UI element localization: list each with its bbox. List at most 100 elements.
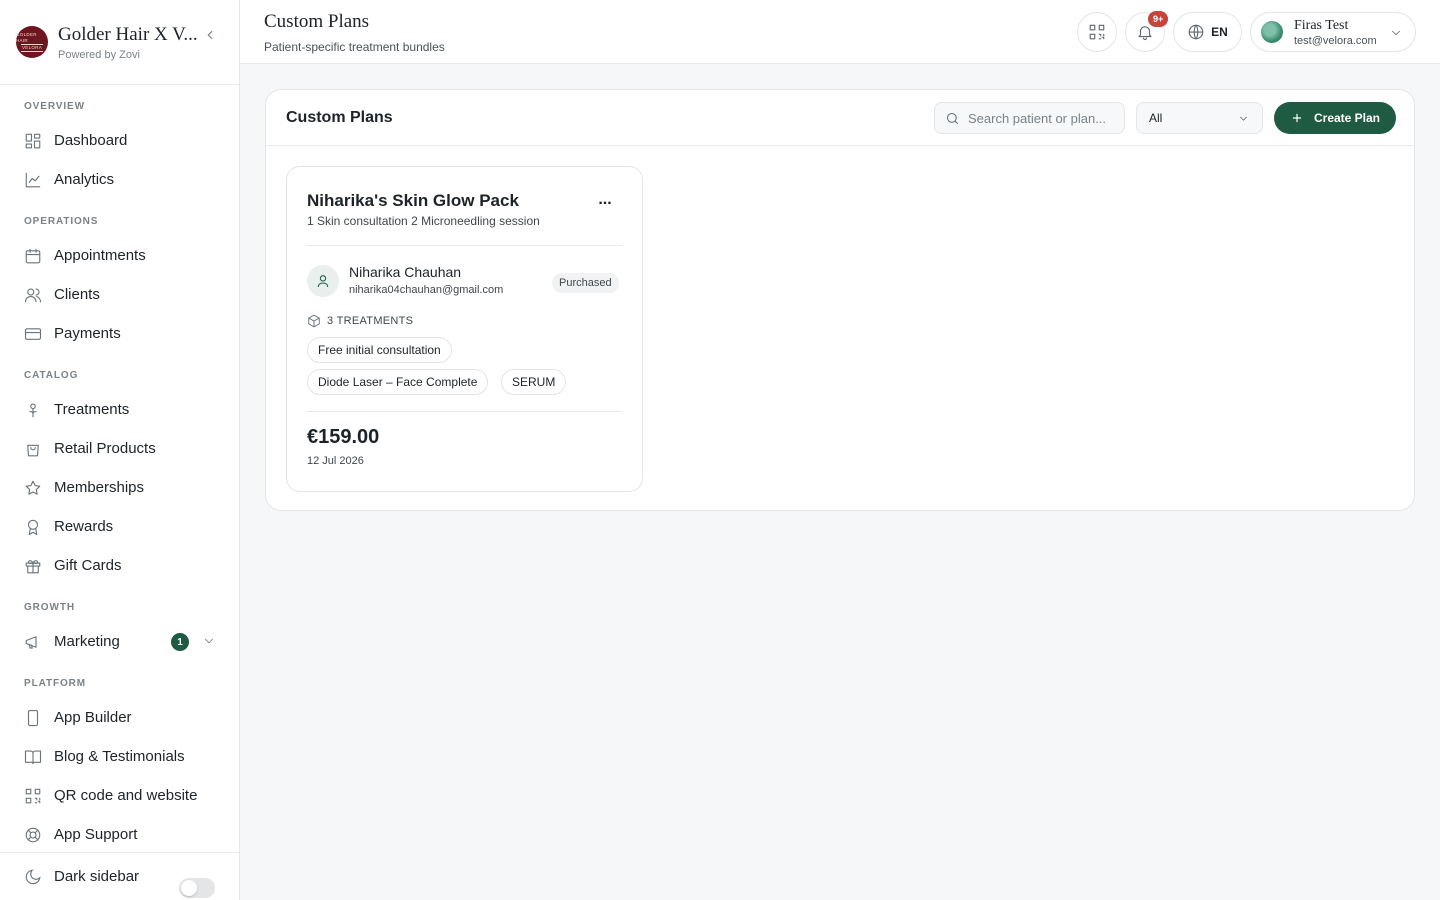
sidebar-item-label: Retail Products (54, 440, 156, 457)
plan-title: Niharika's Skin Glow Pack (307, 191, 519, 210)
sidebar: GOLDER HAIR VELORA Golder Hair X V... Po… (0, 0, 240, 900)
user-name: Firas Test (1294, 17, 1349, 33)
treatments-header: 3 TREATMENTS (307, 314, 413, 328)
treatment-chip: SERUM (501, 369, 567, 395)
sidebar-item-label: Rewards (54, 518, 114, 535)
sidebar-item-gift-cards[interactable]: Gift Cards (0, 546, 239, 585)
sidebar-item-marketing[interactable]: Marketing 1 (0, 622, 239, 661)
patient-email: niharika04chauhan@gmail.com (349, 284, 504, 296)
star-icon (24, 479, 42, 497)
smartphone-icon (24, 709, 42, 727)
award-icon (24, 518, 42, 536)
sidebar-item-label: Gift Cards (54, 557, 122, 574)
treatments-count-label: 3 TREATMENTS (327, 315, 414, 327)
sidebar-item-rewards[interactable]: Rewards (0, 507, 239, 546)
chevron-down-icon (1389, 26, 1403, 45)
sidebar-item-app-support[interactable]: App Support (0, 815, 239, 854)
sidebar-item-appointments[interactable]: Appointments (0, 236, 239, 275)
search-input[interactable] (968, 110, 1118, 126)
marketing-badge: 1 (171, 633, 189, 651)
sidebar-item-analytics[interactable]: Analytics (0, 160, 239, 199)
language-button[interactable]: EN (1173, 12, 1242, 52)
patient-name: Niharika Chauhan (349, 264, 462, 280)
create-plan-label: Create Plan (1313, 111, 1381, 125)
sidebar-item-label: Blog & Testimonials (54, 748, 185, 765)
page-subtitle: Patient-specific treatment bundles (264, 40, 445, 54)
avatar (1261, 21, 1283, 43)
credit-card-icon (24, 325, 42, 343)
brand-logo-mid: VELORA (20, 43, 44, 52)
treatment-chip: Diode Laser – Face Complete (307, 369, 489, 395)
patient-avatar (307, 265, 339, 297)
plan-card[interactable]: Niharika's Skin Glow Pack 1 Skin consult… (286, 166, 643, 492)
sidebar-item-memberships[interactable]: Memberships (0, 468, 239, 507)
sidebar-item-label: Analytics (54, 171, 115, 188)
sidebar-item-payments[interactable]: Payments (0, 314, 239, 353)
moon-icon (25, 868, 41, 884)
calendar-icon (24, 247, 42, 265)
search-field[interactable] (934, 102, 1125, 134)
page-title: Custom Plans (264, 11, 370, 32)
create-plan-button[interactable]: Create Plan (1274, 102, 1396, 134)
shopping-bag-icon (24, 440, 42, 458)
plan-price: €159.00 (307, 426, 380, 448)
brand-logo: GOLDER HAIR VELORA (16, 26, 48, 58)
chevron-down-icon (1239, 116, 1248, 121)
sidebar-nav: OVERVIEW Dashboard Analytics OPERATIONS … (0, 85, 239, 854)
life-buoy-icon (24, 826, 42, 844)
package-icon (308, 314, 320, 328)
gift-icon (24, 557, 42, 575)
user-icon (317, 275, 329, 288)
dashboard-icon (24, 132, 42, 150)
section-platform: PLATFORM (24, 678, 87, 689)
sidebar-item-blog-testimonials[interactable]: Blog & Testimonials (0, 737, 239, 776)
plan-date: 12 Jul 2026 (307, 455, 364, 467)
sidebar-item-treatments[interactable]: Treatments (0, 390, 239, 429)
treatment-chip: Free initial consultation (307, 337, 452, 363)
panel-header: Custom Plans All Create Plan (266, 90, 1414, 146)
brand-name: Golder Hair X V... (58, 23, 198, 45)
collapse-sidebar-button[interactable] (202, 27, 218, 43)
sidebar-item-label: QR code and website (54, 787, 198, 804)
custom-plans-panel: Custom Plans All Create Plan Niharika's … (265, 89, 1415, 511)
top-header: Custom Plans Patient-specific treatment … (240, 0, 1440, 64)
sidebar-item-label: Dashboard (54, 132, 128, 149)
users-icon (24, 286, 42, 304)
sidebar-item-label: Clients (54, 286, 100, 303)
notifications-button[interactable]: 9+ (1125, 11, 1169, 52)
sidebar-item-label: App Support (54, 826, 138, 843)
sidebar-item-retail-products[interactable]: Retail Products (0, 429, 239, 468)
section-overview: OVERVIEW (24, 101, 85, 112)
powered-by: Powered by Zovi (58, 48, 140, 61)
divider (307, 245, 622, 246)
sidebar-item-dashboard[interactable]: Dashboard (0, 121, 239, 160)
chevron-left-icon (207, 30, 213, 40)
chevron-down-icon[interactable] (202, 634, 216, 648)
status-filter-value: All (1149, 111, 1163, 125)
sidebar-item-label: Appointments (54, 247, 146, 264)
sidebar-item-label: App Builder (54, 709, 132, 726)
qr-code-icon (1089, 24, 1105, 40)
sidebar-item-clients[interactable]: Clients (0, 275, 239, 314)
plus-icon (1292, 113, 1302, 123)
dark-sidebar-toggle[interactable] (179, 878, 215, 898)
language-label: EN (1211, 25, 1228, 39)
user-menu-button[interactable]: Firas Test test@velora.com (1250, 12, 1416, 52)
user-email: test@velora.com (1294, 34, 1377, 47)
sidebar-item-app-builder[interactable]: App Builder (0, 698, 239, 737)
plan-description: 1 Skin consultation 2 Microneedling sess… (307, 214, 540, 228)
qr-code-button[interactable] (1077, 12, 1117, 52)
section-operations: OPERATIONS (24, 216, 99, 227)
section-catalog: CATALOG (24, 370, 79, 381)
divider (307, 411, 622, 412)
brand-header: GOLDER HAIR VELORA Golder Hair X V... Po… (0, 0, 239, 85)
qr-code-icon (24, 787, 42, 805)
more-options-button[interactable]: ... (593, 192, 617, 213)
sidebar-item-qr-code-website[interactable]: QR code and website (0, 776, 239, 815)
status-filter-select[interactable]: All (1136, 102, 1263, 134)
megaphone-icon (24, 633, 42, 651)
sidebar-item-label: Marketing (54, 633, 120, 650)
chart-line-icon (24, 171, 42, 189)
flower-icon (24, 401, 42, 419)
panel-title: Custom Plans (286, 109, 393, 126)
